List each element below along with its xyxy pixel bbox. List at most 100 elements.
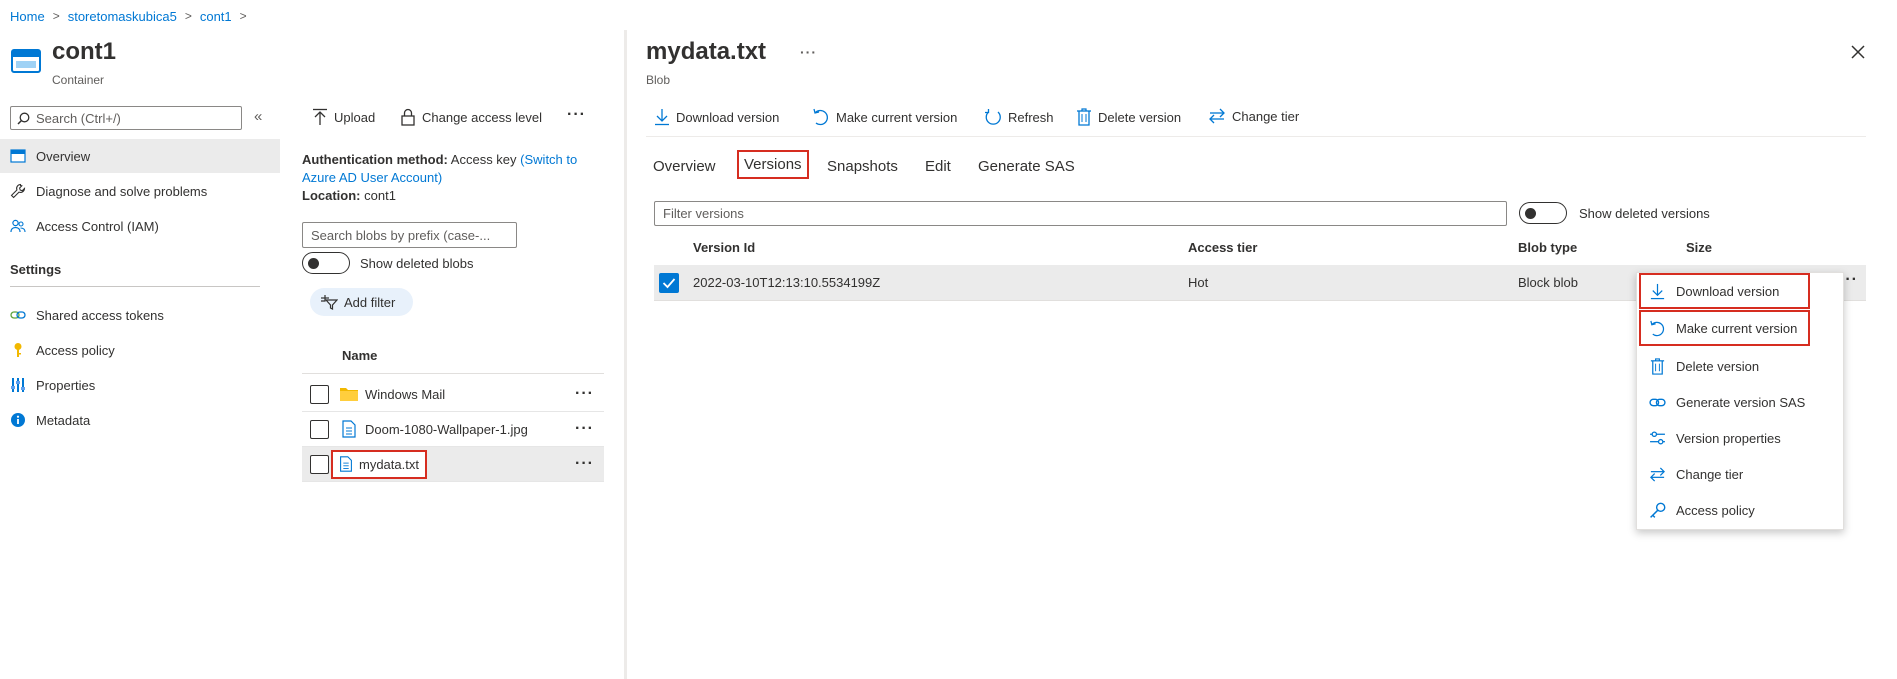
menu-item-access-policy[interactable]: Access policy — [1641, 492, 1849, 528]
refresh-icon — [985, 109, 1001, 125]
tab-overview[interactable]: Overview — [653, 158, 716, 175]
make-current-version-button[interactable]: Make current version — [812, 108, 957, 126]
file-name[interactable]: Windows Mail — [365, 387, 575, 402]
container-icon — [11, 48, 41, 74]
header-divider — [302, 373, 604, 374]
access-tier-column-header: Access tier — [1188, 240, 1258, 255]
delete-version-button[interactable]: Delete version — [1076, 108, 1181, 126]
menu-item-delete-version[interactable]: Delete version — [1641, 348, 1849, 384]
download-version-button[interactable]: Download version — [654, 108, 779, 126]
swap-icon — [1209, 108, 1225, 124]
more-actions-icon[interactable]: ··· — [567, 106, 586, 124]
show-deleted-versions: Show deleted versions — [1519, 202, 1710, 224]
auth-label: Authentication method: — [302, 152, 448, 167]
container-icon — [10, 149, 26, 163]
download-icon — [655, 109, 669, 126]
blob-search-input[interactable]: Search blobs by prefix (case-... — [302, 222, 517, 248]
resource-search-input[interactable]: Search (Ctrl+/) — [10, 106, 242, 130]
blob-type-cell: Block blob — [1518, 275, 1578, 290]
tab-versions[interactable]: Versions — [737, 150, 809, 179]
close-icon[interactable] — [1850, 44, 1866, 60]
row-more-icon[interactable]: ··· — [575, 455, 594, 473]
nav-item-properties[interactable]: Properties — [0, 368, 280, 402]
tab-edit[interactable]: Edit — [925, 158, 951, 175]
file-row[interactable]: Windows Mail ··· — [302, 377, 604, 412]
row-checkbox[interactable] — [310, 384, 329, 404]
breadcrumb-storage-account[interactable]: storetomaskubica5 — [68, 9, 177, 24]
authentication-info: Authentication method: Access key (Switc… — [302, 151, 612, 187]
change-tier-button[interactable]: Change tier — [1208, 108, 1299, 124]
menu-item-download-version[interactable]: Download version — [1639, 273, 1810, 309]
filter-versions-input[interactable]: Filter versions — [654, 201, 1507, 226]
nav-label: Shared access tokens — [36, 307, 164, 323]
upload-button[interactable]: Upload — [312, 108, 375, 126]
menu-item-generate-version-sas[interactable]: Generate version SAS — [1641, 384, 1849, 420]
show-deleted-versions-toggle[interactable] — [1519, 202, 1567, 224]
menu-item-label: Make current version — [1676, 320, 1798, 336]
menu-item-make-current-version[interactable]: Make current version — [1639, 310, 1810, 346]
download-version-label: Download version — [676, 109, 780, 125]
row-more-icon[interactable]: ··· — [575, 385, 594, 403]
show-deleted-blobs-toggle[interactable] — [302, 252, 350, 274]
menu-item-label: Change tier — [1676, 466, 1744, 482]
add-filter-button[interactable]: Add filter — [310, 288, 414, 316]
chevron-right-icon: > — [184, 9, 192, 23]
row-more-icon[interactable]: ··· — [575, 420, 594, 438]
row-checkbox-checked[interactable] — [659, 273, 679, 293]
file-row-selected[interactable]: mydata.txt ··· — [302, 447, 604, 482]
download-icon — [1650, 283, 1665, 299]
nav-item-metadata[interactable]: Metadata — [0, 403, 280, 437]
change-access-level-button[interactable]: Change access level — [400, 108, 542, 126]
tab-snapshots[interactable]: Snapshots — [827, 158, 898, 175]
blob-subtitle: Blob — [646, 73, 671, 87]
trash-icon — [1077, 108, 1091, 126]
breadcrumb-container[interactable]: cont1 — [200, 9, 232, 24]
container-title: cont1 — [52, 38, 117, 65]
nav-item-overview[interactable]: Overview — [0, 139, 280, 173]
file-icon — [340, 456, 352, 472]
file-name[interactable]: Doom-1080-Wallpaper-1.jpg — [365, 422, 575, 437]
breadcrumb-home[interactable]: Home — [10, 9, 45, 24]
selected-file-highlight[interactable]: mydata.txt — [331, 449, 427, 479]
row-checkbox[interactable] — [310, 419, 329, 439]
add-filter-label: Add filter — [344, 294, 396, 310]
location-info: Location: cont1 — [302, 188, 396, 203]
swap-icon — [1650, 466, 1665, 482]
lock-icon — [401, 108, 415, 126]
search-icon — [17, 112, 30, 125]
nav-label: Diagnose and solve problems — [36, 183, 208, 199]
info-icon — [11, 413, 25, 427]
settings-section-header: Settings — [10, 262, 62, 277]
nav-item-iam[interactable]: Access Control (IAM) — [0, 209, 280, 243]
link-icon — [10, 311, 26, 319]
menu-item-version-properties[interactable]: Version properties — [1641, 420, 1849, 456]
breadcrumb: Home > storetomaskubica5 > cont1 > — [10, 7, 247, 25]
tab-generate-sas[interactable]: Generate SAS — [978, 158, 1075, 175]
refresh-button[interactable]: Refresh — [984, 108, 1054, 126]
collapse-nav-icon[interactable]: « — [254, 108, 262, 125]
auth-value: Access key — [450, 152, 517, 167]
nav-item-access-policy[interactable]: Access policy — [0, 333, 280, 367]
restore-icon — [813, 108, 828, 126]
chevron-right-icon: > — [52, 9, 60, 23]
file-icon — [342, 420, 356, 438]
row-checkbox[interactable] — [310, 454, 329, 474]
location-value: cont1 — [364, 188, 396, 203]
file-row[interactable]: Doom-1080-Wallpaper-1.jpg ··· — [302, 412, 604, 447]
toolbar-divider — [646, 136, 1866, 137]
nav-item-shared-access-tokens[interactable]: Shared access tokens — [0, 298, 280, 332]
container-subtitle: Container — [52, 73, 105, 87]
size-column-header: Size — [1686, 240, 1713, 255]
change-access-label: Change access level — [422, 109, 542, 125]
blob-type-column-header: Blob type — [1518, 240, 1578, 255]
wrench-icon — [10, 183, 26, 199]
version-id-cell: 2022-03-10T12:13:10.5534199Z — [693, 275, 881, 290]
blob-more-icon[interactable]: ··· — [800, 44, 817, 60]
key-icon — [14, 343, 22, 357]
blob-title: mydata.txt — [646, 38, 767, 65]
menu-item-change-tier[interactable]: Change tier — [1641, 456, 1849, 492]
show-deleted-versions-label: Show deleted versions — [1579, 205, 1710, 221]
nav-label: Metadata — [36, 412, 91, 428]
chevron-right-icon: > — [239, 9, 247, 23]
nav-item-diagnose[interactable]: Diagnose and solve problems — [0, 174, 280, 208]
